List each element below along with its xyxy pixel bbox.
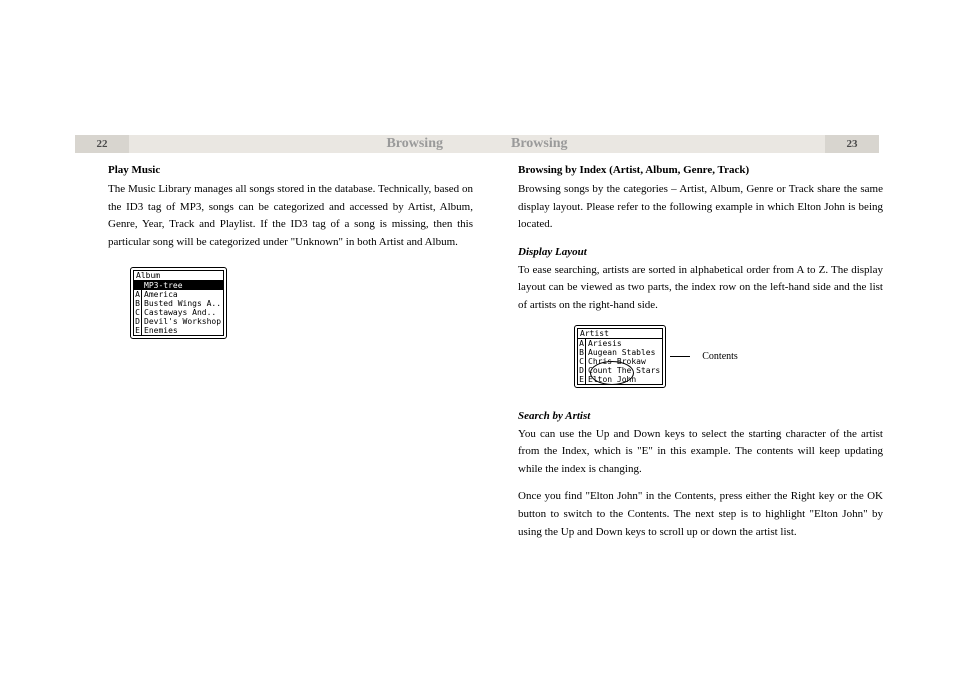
lcd-row: BBusted Wings A.. [134, 299, 223, 308]
page-left: Play Music The Music Library manages all… [108, 164, 473, 339]
contents-label: Contents [702, 351, 738, 362]
crop-mark [468, 607, 469, 635]
lcd-row: BAugean Stables [578, 348, 662, 357]
lcd-index: B [134, 299, 142, 308]
lcd-index: C [578, 357, 586, 366]
section-heading: Play Music [108, 164, 473, 176]
crop-mark [895, 96, 918, 97]
lcd-index: A [578, 339, 586, 348]
sub-heading: Display Layout [518, 246, 883, 258]
lcd-index: C [134, 308, 142, 317]
lcd-value: Augean Stables [586, 348, 657, 357]
lcd-row: EElton John [578, 375, 662, 384]
header-title-left: Browsing [129, 135, 477, 153]
crop-mark [887, 617, 888, 635]
lcd-value: America [142, 290, 180, 299]
lcd-index: B [578, 348, 586, 357]
lcd-index: E [134, 326, 142, 335]
lcd-row: AAriesis [578, 339, 662, 348]
callout-line [670, 356, 690, 357]
lcd-value: MP3-tree [142, 281, 185, 290]
lcd-title: Artist [578, 329, 662, 339]
lcd-row: EEnemies [134, 326, 223, 335]
lcd-value: Ariesis [586, 339, 624, 348]
crop-mark [36, 96, 59, 97]
lcd-index [134, 281, 142, 290]
page-right: Browsing by Index (Artist, Album, Genre,… [518, 164, 883, 551]
header-title-right: Browsing [477, 135, 825, 153]
crop-mark [66, 617, 67, 635]
crop-mark [895, 609, 918, 610]
lcd-index: E [578, 375, 586, 384]
crop-mark [36, 609, 59, 610]
lcd-value: Busted Wings A.. [142, 299, 223, 308]
lcd-row: CCastaways And.. [134, 308, 223, 317]
lcd-value: Elton John [586, 375, 638, 384]
lcd-value: Devil's Workshop [142, 317, 223, 326]
lcd-title: Album [134, 271, 223, 281]
crop-mark [480, 71, 481, 99]
body-paragraph: You can use the Up and Down keys to sele… [518, 426, 883, 479]
body-paragraph: Once you find "Elton John" in the Conten… [518, 488, 883, 541]
body-paragraph: To ease searching, artists are sorted in… [518, 262, 883, 315]
lcd-value: Enemies [142, 326, 180, 335]
lcd-row: AAmerica [134, 290, 223, 299]
lcd-index: A [134, 290, 142, 299]
body-paragraph: Browsing songs by the categories – Artis… [518, 181, 883, 234]
crop-mark [66, 71, 67, 89]
page-header: 22 Browsing Browsing 23 [75, 135, 879, 153]
lcd-index: D [578, 366, 586, 375]
lcd-value: Castaways And.. [142, 308, 218, 317]
lcd-row: MP3-tree [134, 281, 223, 290]
body-paragraph: The Music Library manages all songs stor… [108, 181, 473, 251]
sub-heading: Search by Artist [518, 410, 883, 422]
lcd-artist-figure: Artist AAriesisBAugean StablesCChris Bro… [574, 325, 883, 388]
lcd-index: D [134, 317, 142, 326]
crop-mark [468, 71, 469, 99]
lcd-value: Count The Stars [586, 366, 662, 375]
section-heading: Browsing by Index (Artist, Album, Genre,… [518, 164, 883, 176]
page-number-right: 23 [825, 135, 879, 153]
crop-mark [480, 607, 481, 635]
lcd-value: Chris Brokaw [586, 357, 648, 366]
lcd-row: DDevil's Workshop [134, 317, 223, 326]
page-number-left: 22 [75, 135, 129, 153]
lcd-album-figure: Album MP3-treeAAmericaBBusted Wings A..C… [130, 267, 227, 339]
lcd-row: DCount The Stars [578, 366, 662, 375]
crop-mark [887, 71, 888, 89]
lcd-row: CChris Brokaw [578, 357, 662, 366]
